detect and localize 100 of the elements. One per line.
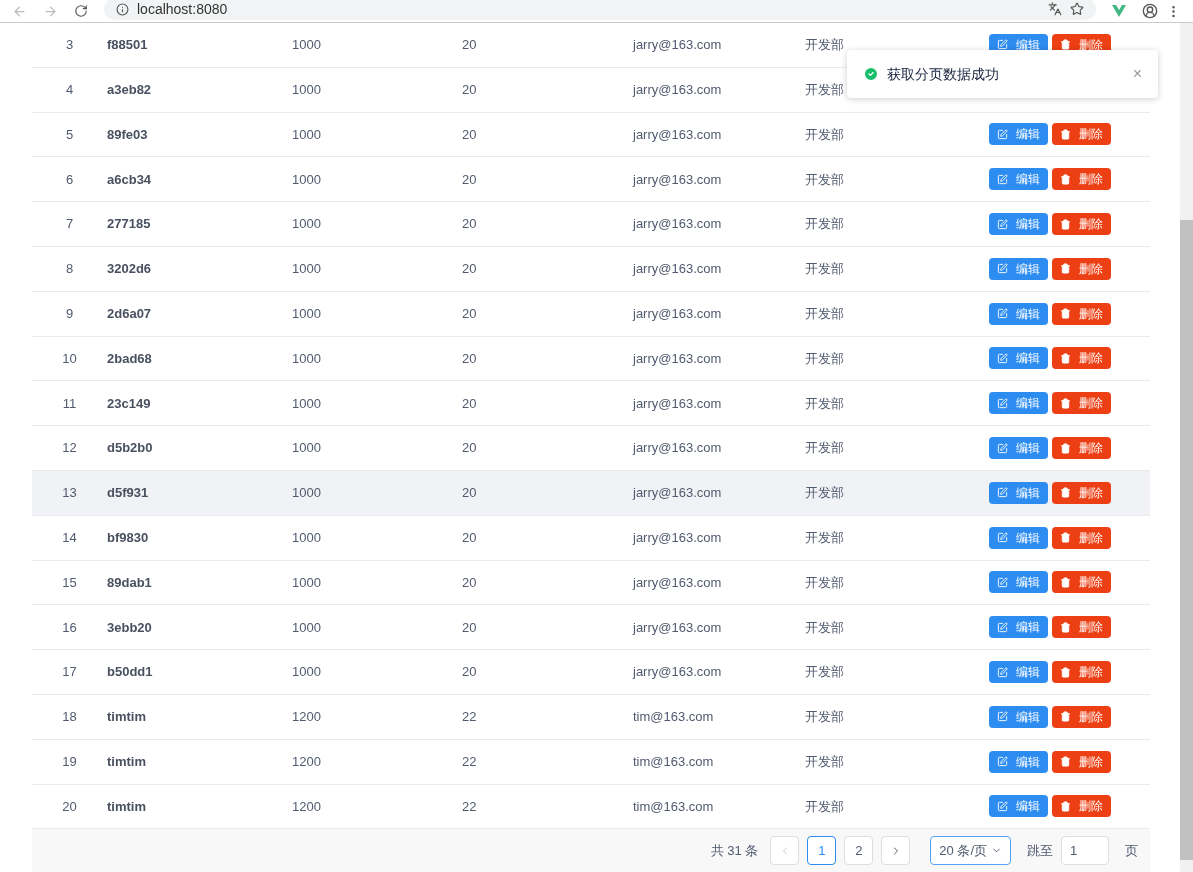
table-cell: jarry@163.com [633, 305, 722, 321]
page-suffix: 页 [1125, 841, 1138, 860]
delete-button[interactable]: 删除 [1052, 661, 1111, 684]
table-cell: 20 [462, 574, 477, 590]
delete-button[interactable]: 删除 [1052, 750, 1111, 773]
delete-button[interactable]: 删除 [1052, 392, 1111, 415]
table-cell: jarry@163.com [633, 37, 722, 53]
edit-icon [997, 129, 1008, 140]
table-cell: a6cb34 [107, 171, 152, 187]
translate-icon[interactable] [1048, 2, 1062, 16]
edit-icon [997, 218, 1008, 230]
delete-button[interactable]: 删除 [1052, 481, 1111, 504]
reload-icon[interactable] [74, 4, 88, 18]
table-cell: 1000 [292, 619, 321, 635]
edit-icon [997, 576, 1008, 588]
delete-button[interactable]: 删除 [1052, 123, 1111, 146]
table-cell-text: 3 [65, 36, 74, 55]
table-cell-text: 13 [62, 484, 77, 503]
edit-icon [997, 800, 1008, 812]
table-cell: jarry@163.com [633, 664, 722, 680]
delete-button[interactable]: 删除 [1052, 347, 1111, 370]
table-cell: jarry@163.com [633, 171, 722, 187]
edit-button[interactable]: 编辑 [989, 795, 1048, 818]
table-cell: 开发部 [805, 440, 844, 456]
next-page-button[interactable] [881, 836, 911, 866]
table-cell: timtim [107, 798, 146, 814]
url-text: localhost:8080 [137, 0, 228, 19]
trash-icon [1060, 756, 1071, 768]
table-cell-text: 20 [62, 797, 77, 816]
table-cell-text: 17 [62, 663, 77, 682]
table-cell: 20 [462, 529, 477, 545]
table-cell: 1200 [292, 798, 321, 814]
edit-button[interactable]: 编辑 [989, 437, 1048, 460]
table-cell: jarry@163.com [633, 529, 722, 545]
edit-button[interactable]: 编辑 [989, 392, 1048, 415]
star-icon[interactable] [1070, 2, 1084, 16]
table-cell: 22 [462, 798, 477, 814]
page-button[interactable]: 1 [807, 836, 837, 866]
edit-button[interactable]: 编辑 [989, 168, 1048, 191]
table-cell: 1000 [292, 529, 321, 545]
table-cell: tim@163.com [633, 798, 714, 814]
edit-button[interactable]: 编辑 [989, 213, 1048, 236]
delete-button[interactable]: 删除 [1052, 616, 1111, 639]
table-cell: 1000 [292, 485, 321, 501]
table-cell: 1000 [292, 171, 321, 187]
edit-button[interactable]: 编辑 [989, 571, 1048, 594]
table-cell: 20 [462, 440, 477, 456]
table-cell: 20 [462, 261, 477, 277]
edit-button[interactable]: 编辑 [989, 481, 1048, 504]
table-cell: 20 [462, 664, 477, 680]
edit-button[interactable]: 编辑 [989, 661, 1048, 684]
total-count: 共 31 条 [710, 841, 759, 860]
table-cell: 1000 [292, 261, 321, 277]
edit-button[interactable]: 编辑 [989, 526, 1048, 549]
back-icon[interactable] [12, 3, 27, 19]
table-row[interactable]: 13 d5f931 1000 20 jarry@163.com 开发部 编辑 删除 [32, 470, 1150, 516]
prev-page-button[interactable] [770, 836, 800, 866]
delete-button[interactable]: 删除 [1052, 526, 1111, 549]
edit-button[interactable]: 编辑 [989, 257, 1048, 280]
trash-icon [1060, 442, 1071, 454]
edit-icon [997, 711, 1008, 723]
table-cell-text: 19 [62, 752, 77, 771]
v-logo-icon[interactable] [1112, 5, 1126, 17]
delete-button[interactable]: 删除 [1052, 795, 1111, 818]
table-cell: timtim [107, 709, 146, 725]
table-cell-text: 6 [65, 170, 74, 189]
delete-button[interactable]: 删除 [1052, 168, 1111, 191]
delete-button[interactable]: 删除 [1052, 302, 1111, 325]
delete-button[interactable]: 删除 [1052, 213, 1111, 236]
trash-icon [1060, 173, 1071, 185]
account-icon[interactable] [1142, 3, 1158, 19]
edit-button[interactable]: 编辑 [989, 123, 1048, 146]
edit-button[interactable]: 编辑 [989, 705, 1048, 728]
edit-icon [997, 756, 1008, 768]
page-size-select[interactable]: 20 条/页 [930, 836, 1011, 866]
edit-button[interactable]: 编辑 [989, 616, 1048, 639]
table-cell: 开发部 [805, 753, 844, 769]
page-jump-field[interactable]: 1 [1061, 836, 1109, 866]
info-icon [116, 2, 129, 16]
table-cell-text: 10 [62, 349, 77, 368]
edit-icon [997, 397, 1008, 409]
delete-button[interactable]: 删除 [1052, 571, 1111, 594]
page-button[interactable]: 2 [844, 836, 874, 866]
table-cell: 20 [462, 619, 477, 635]
table-cell: 3202d6 [107, 261, 152, 277]
table-cell: 开发部 [805, 81, 844, 97]
address-bar[interactable]: localhost:8080 [104, 0, 1096, 20]
delete-button[interactable]: 删除 [1052, 705, 1111, 728]
edit-button[interactable]: 编辑 [989, 750, 1048, 773]
table-cell: 277185 [107, 216, 151, 232]
edit-button[interactable]: 编辑 [989, 302, 1048, 325]
table-cell: jarry@163.com [633, 440, 722, 456]
delete-button[interactable]: 删除 [1052, 437, 1111, 460]
delete-button[interactable]: 删除 [1052, 257, 1111, 280]
table-cell: 1200 [292, 753, 321, 769]
table-cell: jarry@163.com [633, 126, 722, 142]
trash-icon [1060, 218, 1071, 230]
edit-button[interactable]: 编辑 [989, 347, 1048, 370]
forward-icon[interactable] [43, 3, 58, 19]
table-cell: 1000 [292, 216, 321, 232]
